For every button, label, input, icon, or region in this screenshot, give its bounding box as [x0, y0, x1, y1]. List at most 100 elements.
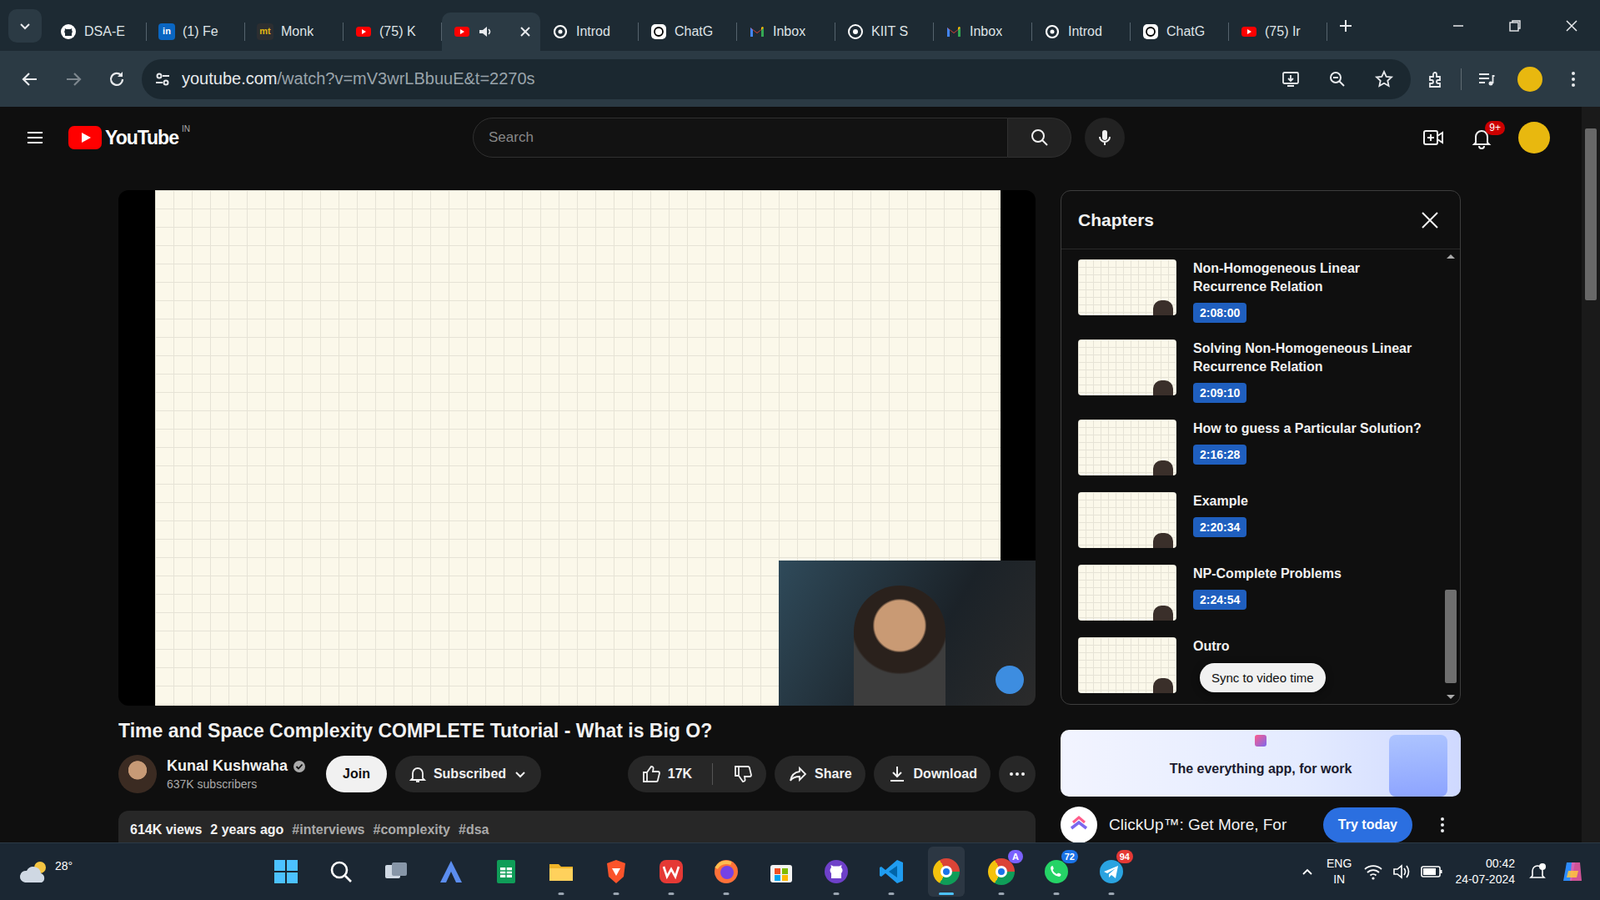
ad-title[interactable]: ClickUp™: Get More, For	[1108, 815, 1312, 834]
show-hidden-icon[interactable]	[1299, 863, 1315, 879]
account-avatar[interactable]	[1518, 121, 1550, 154]
chapter-time[interactable]: 2:16:28	[1193, 444, 1247, 465]
taskbar-app[interactable]	[432, 846, 470, 897]
taskbar-app[interactable]	[597, 846, 635, 897]
chapter-item[interactable]: NP-Complete Problems2:24:54	[1061, 556, 1460, 629]
restore-icon[interactable]	[1486, 0, 1544, 51]
media-icon[interactable]	[1468, 60, 1505, 98]
share-button[interactable]: Share	[774, 755, 865, 793]
chapter-time[interactable]: 2:08:00	[1193, 302, 1247, 323]
like-button[interactable]: 17K	[627, 755, 706, 793]
hashtag[interactable]: #complexity	[373, 822, 451, 838]
minimize-icon[interactable]	[1429, 0, 1487, 51]
close-icon[interactable]	[1411, 201, 1449, 239]
scroll-thumb[interactable]	[1444, 589, 1457, 683]
hamburger-icon[interactable]	[16, 119, 54, 156]
tab-search-icon[interactable]	[8, 9, 42, 43]
browser-tab[interactable]: mtMonk	[245, 12, 344, 51]
subscribe-button[interactable]: Subscribed	[395, 755, 542, 793]
url[interactable]: youtube.com/watch?v=mV3wrLBbuuE&t=2270s	[181, 69, 1263, 89]
zoom-icon[interactable]	[1319, 60, 1356, 98]
taskbar-app[interactable]	[872, 846, 910, 897]
taskbar-app[interactable]	[487, 846, 525, 897]
chapter-item[interactable]: How to guess a Particular Solution?2:16:…	[1061, 411, 1460, 484]
github-icon	[822, 857, 850, 885]
close-icon[interactable]	[518, 25, 532, 39]
profile-avatar[interactable]	[1517, 66, 1543, 92]
browser-tab[interactable]: Inbox	[737, 12, 836, 51]
more-icon[interactable]	[998, 755, 1036, 793]
linkedin-icon: in	[158, 23, 176, 41]
browser-tab[interactable]: (75) Ir	[1228, 12, 1328, 51]
taskbar-app[interactable]	[817, 846, 855, 897]
try-button[interactable]: Try today	[1323, 807, 1413, 843]
bookmark-star-icon[interactable]	[1365, 60, 1403, 98]
taskbar-app[interactable]	[652, 846, 690, 897]
chapter-time[interactable]: 2:09:10	[1193, 382, 1247, 403]
search-icon[interactable]	[1008, 117, 1072, 158]
menu-icon[interactable]	[1554, 60, 1592, 98]
taskbar-app[interactable]: A	[983, 846, 1020, 897]
taskbar-app[interactable]	[267, 846, 305, 897]
tab-label: ChatG	[674, 24, 713, 40]
extensions-icon[interactable]	[1417, 60, 1455, 98]
site-info-icon[interactable]	[153, 70, 172, 89]
browser-tab[interactable]: in(1) Fe	[146, 12, 246, 51]
quick-settings[interactable]	[1363, 861, 1444, 882]
notifications[interactable]: 9+	[1463, 119, 1500, 156]
browser-tab[interactable]: Introd	[540, 12, 639, 51]
search-input[interactable]	[472, 117, 1009, 158]
close-window-icon[interactable]	[1543, 0, 1600, 51]
taskbar-app[interactable]	[322, 846, 360, 897]
taskbar-app[interactable]	[927, 846, 965, 897]
mic-icon[interactable]	[1084, 117, 1125, 158]
hashtag[interactable]: #dsa	[458, 822, 489, 838]
create-icon[interactable]	[1414, 119, 1452, 156]
channel-title[interactable]: Kunal Kushwaha	[166, 757, 288, 775]
browser-tab[interactable]: ChatG	[1130, 12, 1229, 51]
chapter-time[interactable]: 2:24:54	[1193, 589, 1247, 610]
taskbar-app[interactable]: 72	[1038, 846, 1075, 897]
chapter-item[interactable]: Example2:20:34	[1061, 483, 1460, 557]
browser-tab[interactable]: (75) K	[343, 12, 442, 51]
join-button[interactable]: Join	[326, 755, 387, 793]
notification-icon[interactable]	[1526, 860, 1549, 883]
chapter-item[interactable]: Non-Homogeneous Linear Recurrence Relati…	[1061, 250, 1460, 332]
clickup-icon[interactable]	[1060, 806, 1098, 843]
channel-avatar[interactable]	[118, 754, 157, 793]
menu-icon[interactable]	[1424, 806, 1461, 843]
scroll-thumb[interactable]	[1584, 128, 1597, 301]
youtube-logo[interactable]: YouTubeIN	[68, 125, 191, 150]
tab-label: Monk	[280, 24, 314, 40]
browser-tab[interactable]: DSA-E	[48, 12, 147, 51]
browser-tab[interactable]: Introd	[1032, 12, 1131, 51]
chapter-time[interactable]: 2:20:34	[1193, 516, 1247, 537]
new-tab-icon[interactable]	[1327, 7, 1365, 45]
install-icon[interactable]	[1272, 60, 1310, 98]
taskbar-app[interactable]	[762, 846, 800, 897]
browser-tab[interactable]: ChatG	[638, 12, 738, 51]
browser-tab[interactable]: Inbox	[933, 12, 1033, 51]
video-player[interactable]	[118, 190, 1036, 706]
address-bar[interactable]: youtube.com/watch?v=mV3wrLBbuuE&t=2270s	[141, 59, 1411, 100]
ad-banner[interactable]: The everything app, for work	[1060, 729, 1461, 797]
hashtag[interactable]: #interviews	[291, 822, 365, 838]
chapter-item[interactable]: Solving Non-Homogeneous Linear Recurrenc…	[1061, 331, 1460, 412]
clock[interactable]: 00:4224-07-2024	[1454, 855, 1515, 888]
taskbar-app[interactable]	[542, 846, 580, 897]
reload-icon[interactable]	[98, 60, 136, 98]
tab-label: (75) K	[379, 24, 417, 40]
copilot-icon[interactable]	[1559, 858, 1585, 884]
taskbar-app[interactable]	[707, 846, 745, 897]
speaker-icon[interactable]	[477, 24, 493, 40]
weather-widget[interactable]: 28°	[0, 857, 268, 886]
browser-tab[interactable]	[441, 12, 541, 51]
taskbar-app[interactable]	[377, 846, 415, 897]
download-button[interactable]: Download	[873, 755, 991, 793]
back-icon[interactable]	[11, 60, 49, 98]
taskbar-app[interactable]: 94	[1093, 846, 1130, 897]
browser-tab[interactable]: KIIT S	[835, 12, 934, 51]
language[interactable]: ENGIN	[1326, 855, 1352, 888]
dislike-button[interactable]	[719, 755, 767, 793]
description[interactable]: 614K views2 years ago#interviews#complex…	[118, 810, 1036, 843]
